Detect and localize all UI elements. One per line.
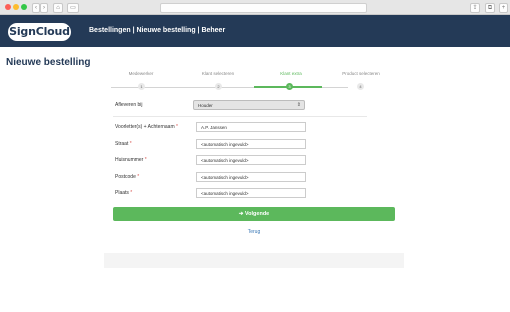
home-icon[interactable]: ⌂ [53, 3, 63, 13]
step-label-medewerker: Medewerker [128, 71, 154, 76]
postcode-label: Postcode * [115, 174, 140, 180]
step-circle-3: 3 [286, 83, 293, 90]
main-navigation[interactable]: Bestellingen | Nieuwe bestelling | Behee… [89, 27, 225, 34]
sidebar-icon[interactable]: ▭ [67, 3, 79, 13]
name-label: Voorletter(s) + Achternaam * [115, 124, 178, 130]
minimize-window-icon[interactable] [13, 4, 19, 10]
delivery-select-value: Houder [198, 103, 213, 108]
house-number-label: Huisnummer * [115, 157, 147, 163]
delivery-select[interactable]: Houder ⇕ [193, 100, 305, 110]
step-label-product-selecteren: Product selecteren [342, 71, 380, 76]
page-title: Nieuwe bestelling [6, 57, 91, 68]
browser-toolbar: ‹ › ⌂ ▭ ⇪ ⧉ + [0, 0, 510, 15]
street-input[interactable]: <automatisch ingevuld> [196, 139, 306, 149]
order-form-card: Medewerker Klant selecteren Klant extra … [104, 63, 404, 253]
street-label: Straat * [115, 141, 132, 147]
app-header: SignCloud Bestellingen | Nieuwe bestelli… [0, 15, 510, 47]
select-arrows-icon: ⇕ [296, 102, 301, 108]
back-arrow-icon[interactable]: ‹ [32, 3, 40, 13]
step-label-klant-selecteren: Klant selecteren [201, 71, 235, 76]
signcloud-logo[interactable]: SignCloud [8, 23, 71, 41]
step-label-klant-extra: Klant extra [280, 71, 302, 76]
name-input[interactable]: A.P. Janssen [196, 122, 306, 132]
zoom-window-icon[interactable] [21, 4, 27, 10]
step-circle-2: 2 [215, 83, 222, 90]
step-circle-4: 4 [357, 83, 364, 90]
tabs-icon[interactable]: ⧉ [485, 3, 495, 13]
form-divider [113, 116, 367, 117]
delivery-label: Afleveren bij [115, 102, 143, 108]
back-link[interactable]: Terug [104, 229, 404, 235]
next-button[interactable]: ➔ Volgende [113, 207, 395, 221]
city-input[interactable]: <automatisch ingevuld> [196, 188, 306, 198]
arrow-circle-icon: ➔ [238, 211, 244, 217]
close-window-icon[interactable] [5, 4, 11, 10]
postcode-input[interactable]: <automatisch ingevuld> [196, 172, 306, 182]
city-label: Plaats * [115, 190, 133, 196]
forward-arrow-icon[interactable]: › [40, 3, 48, 13]
order-panel: Medewerker Klant selecteren Klant extra … [104, 63, 404, 268]
address-bar[interactable] [160, 3, 367, 13]
next-button-label: Volgende [244, 211, 270, 217]
house-number-input[interactable]: <automatisch ingevuld> [196, 155, 306, 165]
new-tab-icon[interactable]: + [499, 3, 508, 13]
share-icon[interactable]: ⇪ [470, 3, 480, 13]
step-circle-1: 1 [138, 83, 145, 90]
